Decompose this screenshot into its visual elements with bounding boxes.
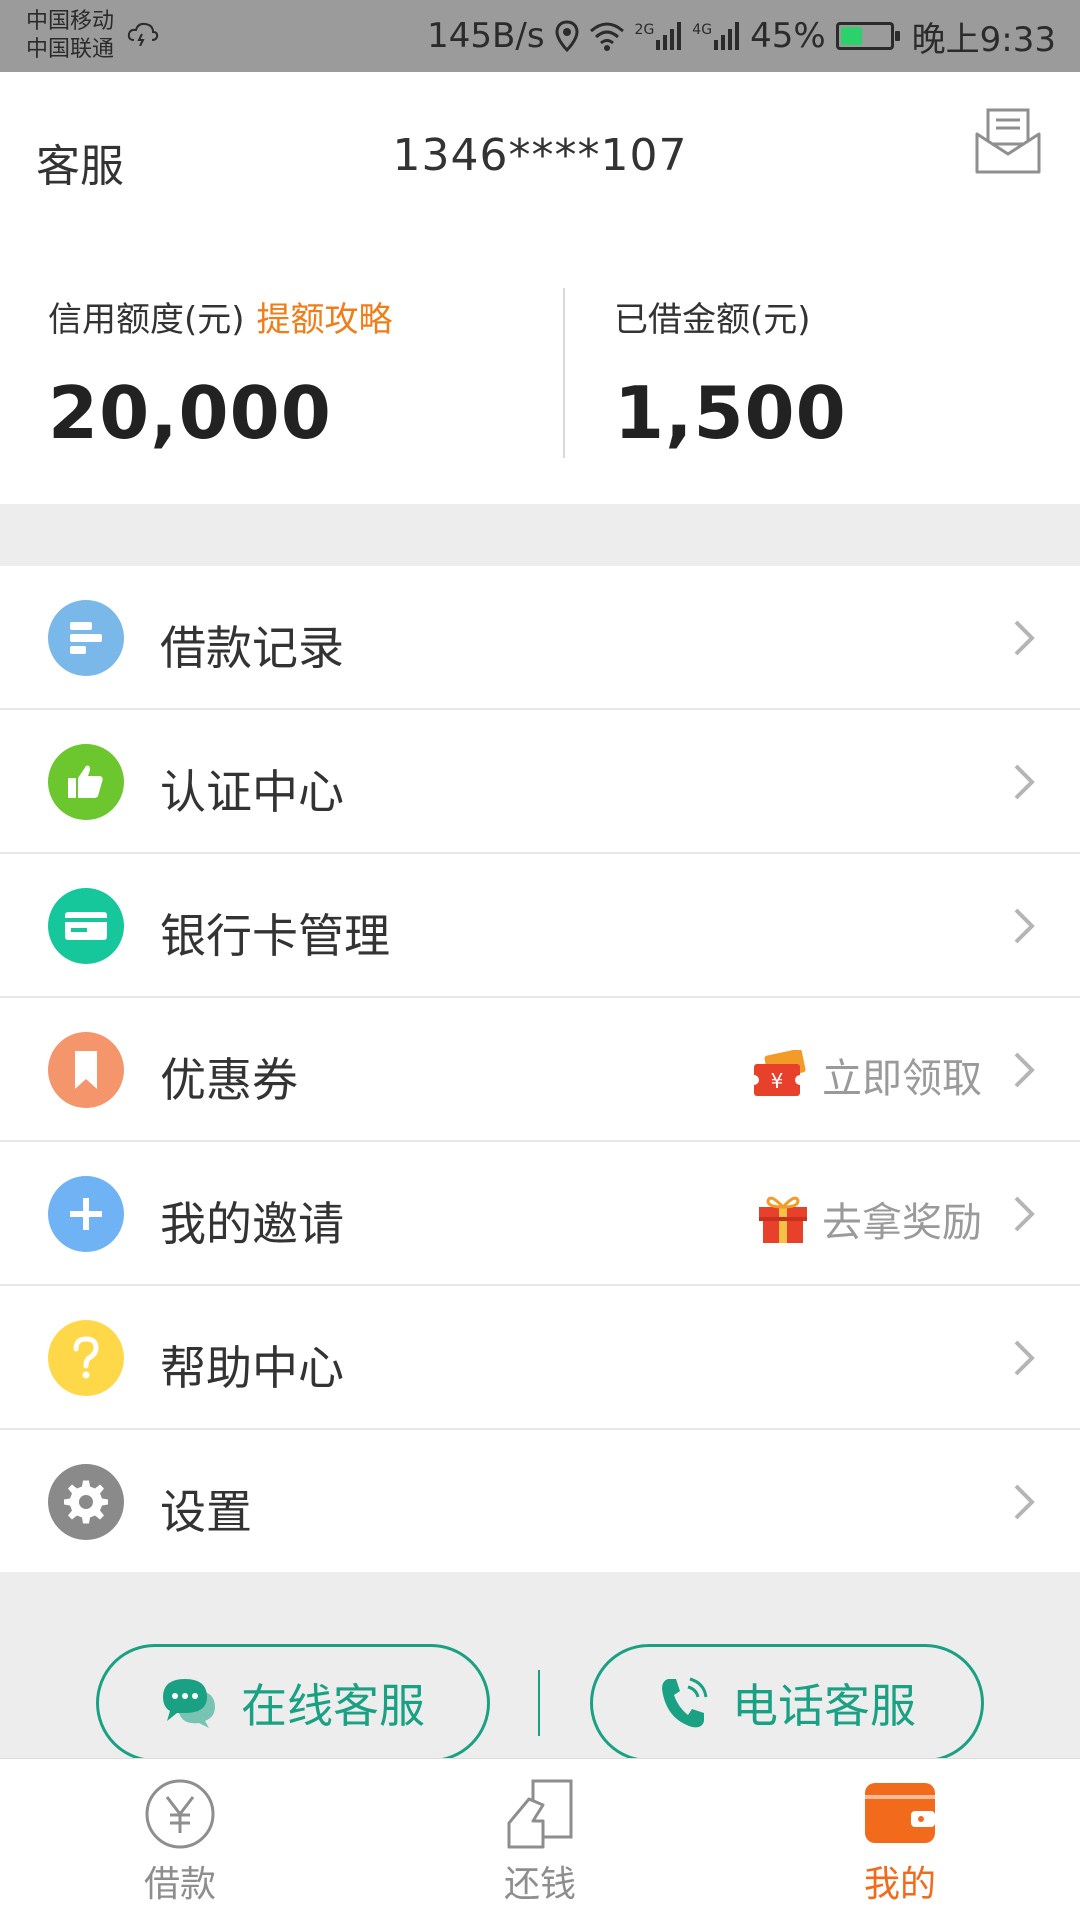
chevron-right-icon (1014, 1484, 1035, 1520)
menu-item-coupons[interactable]: 优惠券 ¥ 立即领取 (0, 998, 1080, 1142)
phone-service-label: 电话客服 (732, 1679, 916, 1733)
credit-limit-label: 信用额度(元) (48, 300, 245, 340)
signal-2g: 2G (635, 22, 683, 50)
battery-icon (835, 22, 900, 50)
wallet-icon (865, 1783, 935, 1843)
menu-list: 借款记录 认证中心 银行卡管理 优惠券 ¥ 立即领取 我的邀请 去拿奖励 帮助中… (0, 566, 1080, 1574)
credit-limit-label-row: 信用额度(元) 提额攻略 (48, 292, 393, 341)
raise-limit-link[interactable]: 提额攻略 (257, 300, 393, 340)
carrier-2: 中国联通 (26, 37, 115, 62)
tab-borrow[interactable]: 借款 (80, 1777, 280, 1907)
carrier-1: 中国移动 (26, 9, 115, 34)
tab-bar: 借款 还钱 我的 (0, 1758, 1080, 1920)
borrowed-amount: 已借金额(元) 1,500 (614, 292, 847, 455)
signal-4g-label: 4G (692, 22, 713, 38)
claim-now[interactable]: ¥ 立即领取 (750, 1046, 982, 1104)
cloud-icon (127, 22, 159, 46)
wifi-icon (589, 22, 624, 51)
chat-bubble-icon (163, 1679, 215, 1728)
tab-label: 还钱 (503, 1864, 576, 1905)
bookmark-icon (48, 1032, 124, 1108)
support-divider (538, 1670, 540, 1736)
yen-icon (145, 1779, 215, 1849)
carrier-info: 中国移动 中国联通 (26, 8, 114, 64)
envelope-icon[interactable] (974, 108, 1042, 176)
menu-item-settings[interactable]: 设置 (0, 1430, 1080, 1574)
get-reward[interactable]: 去拿奖励 (756, 1190, 982, 1248)
header: 客服 1346****107 (0, 72, 1080, 242)
menu-label: 银行卡管理 (160, 909, 390, 963)
phone-service-button[interactable]: 电话客服 (590, 1644, 984, 1762)
chevron-right-icon (1014, 1196, 1035, 1232)
chevron-right-icon (1014, 1340, 1035, 1376)
signal-2g-label: 2G (634, 22, 655, 38)
get-reward-label: 去拿奖励 (822, 1200, 982, 1246)
menu-item-loan-records[interactable]: 借款记录 (0, 566, 1080, 710)
menu-label: 设置 (160, 1485, 252, 1539)
claim-now-label: 立即领取 (822, 1056, 982, 1102)
credit-summary: 信用额度(元) 提额攻略 20,000 已借金额(元) 1,500 (0, 242, 1080, 504)
battery-fill (840, 27, 863, 45)
tab-repay[interactable]: 还钱 (440, 1777, 640, 1907)
repay-icon (507, 1779, 573, 1849)
card-icon (48, 888, 124, 964)
status-right: 145B/s 2G 4G 45% 晚上9:33 (427, 14, 1056, 60)
location-icon (555, 20, 579, 52)
credit-divider (563, 288, 565, 458)
clock: 晚上9:33 (911, 19, 1056, 60)
tab-label: 我的 (863, 1864, 936, 1905)
signal-bars-icon (714, 22, 740, 50)
menu-item-my-invitations[interactable]: 我的邀请 去拿奖励 (0, 1142, 1080, 1286)
list-icon (48, 600, 124, 676)
menu-label: 我的邀请 (160, 1197, 344, 1251)
online-service-label: 在线客服 (241, 1679, 425, 1733)
menu-label: 优惠券 (160, 1053, 298, 1107)
signal-bars-icon (656, 22, 682, 50)
chevron-right-icon (1014, 1052, 1035, 1088)
section-gap (0, 504, 1080, 566)
network-speed: 145B/s (427, 16, 545, 56)
borrowed-label: 已借金额(元) (614, 300, 811, 340)
menu-label: 帮助中心 (160, 1341, 344, 1395)
user-phone: 1346****107 (392, 130, 688, 181)
menu-label: 借款记录 (160, 621, 344, 675)
coupon-icon: ¥ (750, 1050, 806, 1096)
menu-item-bank-card[interactable]: 银行卡管理 (0, 854, 1080, 998)
credit-limit-value: 20,000 (48, 371, 332, 455)
question-icon (48, 1320, 124, 1396)
menu-item-verification-center[interactable]: 认证中心 (0, 710, 1080, 854)
svg-text:¥: ¥ (771, 1069, 784, 1093)
borrowed-value: 1,500 (614, 371, 847, 455)
gift-icon (759, 1196, 807, 1243)
menu-label: 认证中心 (160, 765, 344, 819)
signal-4g: 4G (692, 22, 740, 50)
plus-icon (48, 1176, 124, 1252)
chevron-right-icon (1014, 620, 1035, 656)
chevron-right-icon (1014, 908, 1035, 944)
gear-icon (48, 1464, 124, 1540)
tab-label: 借款 (143, 1864, 216, 1905)
online-service-button[interactable]: 在线客服 (96, 1644, 490, 1762)
thumbs-up-icon (48, 744, 124, 820)
status-bar: 中国移动 中国联通 145B/s 2G 4G 45% 晚上9:33 (0, 0, 1080, 72)
tab-mine[interactable]: 我的 (800, 1777, 1000, 1907)
chevron-right-icon (1014, 764, 1035, 800)
credit-limit: 信用额度(元) 提额攻略 20,000 (48, 292, 393, 455)
menu-item-help-center[interactable]: 帮助中心 (0, 1286, 1080, 1430)
battery-percent: 45% (750, 16, 826, 56)
phone-icon (662, 1677, 708, 1728)
